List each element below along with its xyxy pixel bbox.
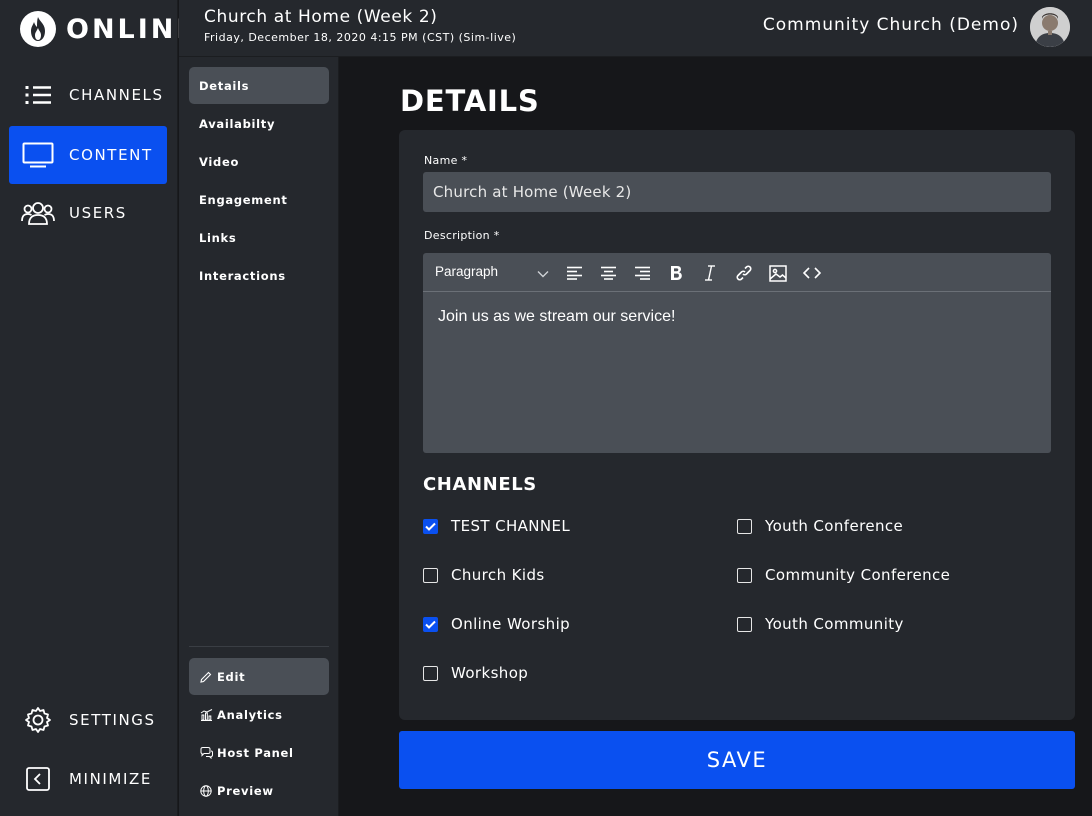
nav-item-content[interactable]: CONTENT bbox=[9, 126, 167, 184]
channel-label: TEST CHANNEL bbox=[451, 517, 571, 535]
subnav-item-preview[interactable]: Preview bbox=[189, 772, 329, 809]
main-sidebar: ONLINE CHANNELS CONTENT USERS SETTINGS M… bbox=[0, 0, 195, 816]
align-right-icon[interactable] bbox=[631, 262, 653, 284]
pencil-icon bbox=[199, 670, 213, 684]
checkbox-icon[interactable] bbox=[423, 665, 438, 681]
brand-logo[interactable]: ONLINE bbox=[20, 10, 198, 48]
name-input[interactable] bbox=[423, 172, 1051, 212]
description-text[interactable]: Join us as we stream our service! bbox=[438, 308, 675, 326]
subnav-item-label: Analytics bbox=[217, 707, 283, 722]
bold-icon[interactable] bbox=[665, 262, 687, 284]
event-datetime: Friday, December 18, 2020 4:15 PM (CST) … bbox=[204, 31, 517, 44]
checkbox-icon[interactable] bbox=[737, 616, 752, 632]
align-center-icon[interactable] bbox=[597, 262, 619, 284]
nav-item-label: MINIMIZE bbox=[69, 770, 152, 788]
subnav-item-label: Preview bbox=[217, 783, 274, 798]
subnav-item-label: Video bbox=[199, 154, 240, 169]
channel-checkbox-workshop[interactable]: Workshop bbox=[423, 664, 528, 682]
users-icon bbox=[21, 196, 55, 230]
event-title: Church at Home (Week 2) bbox=[204, 7, 438, 27]
subnav-item-label: Links bbox=[199, 230, 237, 245]
image-icon[interactable] bbox=[767, 262, 789, 284]
top-header: Church at Home (Week 2) Friday, December… bbox=[179, 0, 1092, 57]
nav-item-users[interactable]: USERS bbox=[9, 184, 167, 242]
checkbox-icon[interactable] bbox=[737, 518, 752, 534]
nav-item-channels[interactable]: CHANNELS bbox=[9, 66, 167, 124]
channel-label: Youth Community bbox=[765, 615, 904, 633]
subnav-item-links[interactable]: Links bbox=[189, 219, 329, 256]
globe-icon bbox=[199, 784, 213, 798]
flame-logo-icon bbox=[20, 11, 56, 47]
channel-label: Youth Conference bbox=[765, 517, 904, 535]
list-icon bbox=[21, 78, 55, 112]
subnav-divider bbox=[189, 646, 329, 647]
content-subnav: Details Availabilty Video Engagement Lin… bbox=[179, 57, 339, 816]
collapse-icon bbox=[21, 762, 55, 796]
description-label: Description * bbox=[424, 229, 500, 242]
subnav-item-label: Host Panel bbox=[217, 745, 294, 760]
align-left-icon[interactable] bbox=[563, 262, 585, 284]
subnav-item-details[interactable]: Details bbox=[189, 67, 329, 104]
main-content: DETAILS Name * Description * Paragraph bbox=[340, 57, 1092, 816]
channel-checkbox-youth-conference[interactable]: Youth Conference bbox=[737, 517, 903, 535]
channel-label: Workshop bbox=[451, 664, 529, 682]
channel-checkbox-youth-community[interactable]: Youth Community bbox=[737, 615, 904, 633]
nav-item-minimize[interactable]: MINIMIZE bbox=[9, 750, 167, 808]
subnav-item-label: Availabilty bbox=[199, 116, 276, 131]
details-card: Name * Description * Paragraph bbox=[399, 130, 1075, 720]
subnav-item-analytics[interactable]: Analytics bbox=[189, 696, 329, 733]
monitor-icon bbox=[21, 138, 55, 172]
subnav-item-host-panel[interactable]: Host Panel bbox=[189, 734, 329, 771]
subnav-item-label: Edit bbox=[217, 669, 246, 684]
chat-icon bbox=[199, 746, 213, 760]
channel-checkbox-online-worship[interactable]: Online Worship bbox=[423, 615, 570, 633]
checkbox-checked-icon[interactable] bbox=[423, 518, 438, 534]
subnav-item-interactions[interactable]: Interactions bbox=[189, 257, 329, 294]
description-editor: Paragraph Join us as we stream our servi… bbox=[423, 253, 1051, 453]
avatar[interactable] bbox=[1030, 7, 1070, 47]
nav-item-label: CONTENT bbox=[69, 146, 153, 164]
channel-checkbox-test-channel[interactable]: TEST CHANNEL bbox=[423, 517, 570, 535]
link-icon[interactable] bbox=[733, 262, 755, 284]
subnav-item-label: Interactions bbox=[199, 268, 286, 283]
channel-label: Community Conference bbox=[765, 566, 951, 584]
channel-checkbox-community-conference[interactable]: Community Conference bbox=[737, 566, 950, 584]
channel-label: Church Kids bbox=[451, 566, 545, 584]
code-icon[interactable] bbox=[801, 262, 823, 284]
organization-name[interactable]: Community Church (Demo) bbox=[763, 15, 1019, 35]
gear-icon bbox=[21, 703, 55, 737]
channels-heading: CHANNELS bbox=[423, 474, 537, 495]
nav-item-label: USERS bbox=[69, 204, 127, 222]
subnav-item-label: Engagement bbox=[199, 192, 288, 207]
chevron-down-icon bbox=[537, 266, 549, 281]
editor-toolbar: Paragraph bbox=[423, 253, 1051, 292]
paragraph-format-select[interactable]: Paragraph bbox=[435, 264, 553, 279]
checkbox-icon[interactable] bbox=[737, 567, 752, 583]
nav-item-label: SETTINGS bbox=[69, 711, 156, 729]
italic-icon[interactable] bbox=[699, 262, 721, 284]
format-select-value: Paragraph bbox=[435, 264, 499, 279]
subnav-item-engagement[interactable]: Engagement bbox=[189, 181, 329, 218]
subnav-item-label: Details bbox=[199, 78, 250, 93]
nav-item-settings[interactable]: SETTINGS bbox=[9, 691, 167, 749]
subnav-item-video[interactable]: Video bbox=[189, 143, 329, 180]
subnav-item-edit[interactable]: Edit bbox=[189, 658, 329, 695]
name-label: Name * bbox=[424, 154, 468, 167]
channel-checkbox-church-kids[interactable]: Church Kids bbox=[423, 566, 545, 584]
nav-item-label: CHANNELS bbox=[69, 86, 164, 104]
checkbox-checked-icon[interactable] bbox=[423, 616, 438, 632]
bar-chart-icon bbox=[199, 708, 213, 722]
checkbox-icon[interactable] bbox=[423, 567, 438, 583]
save-button[interactable]: SAVE bbox=[399, 731, 1075, 789]
subnav-item-availability[interactable]: Availabilty bbox=[189, 105, 329, 142]
channel-label: Online Worship bbox=[451, 615, 571, 633]
page-title: DETAILS bbox=[400, 84, 540, 118]
